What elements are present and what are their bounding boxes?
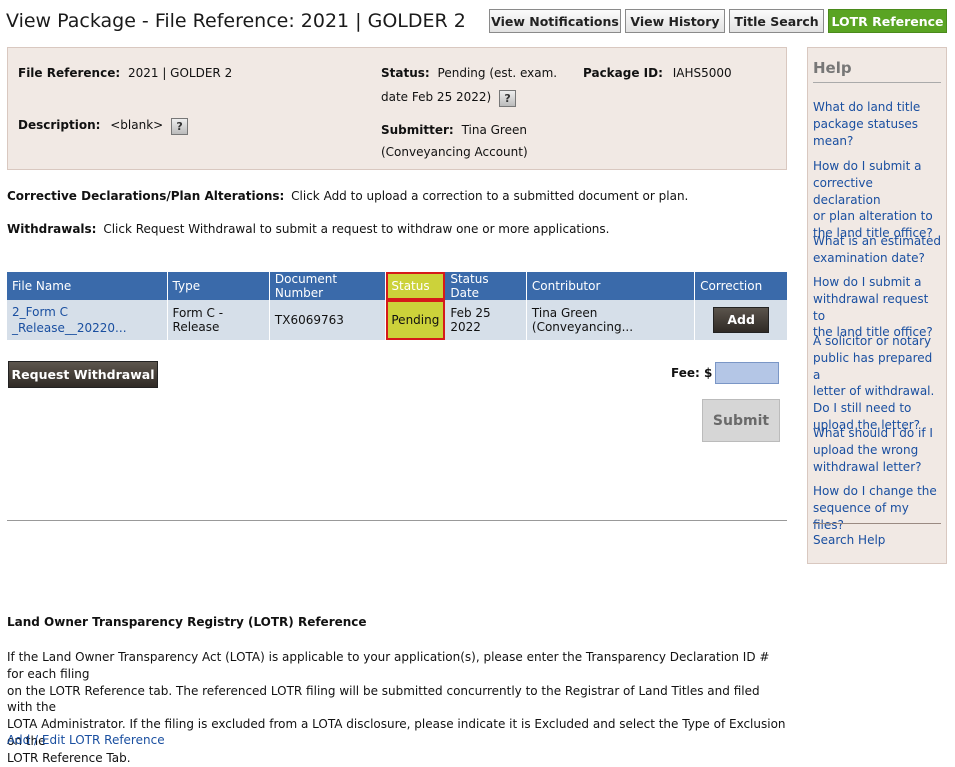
help-link-line[interactable]: mean? — [813, 133, 941, 150]
request-withdrawal-button[interactable]: Request Withdrawal — [8, 361, 158, 388]
file-reference-value: 2021 | GOLDER 2 — [127, 66, 233, 80]
cell-correction: Add — [694, 300, 787, 340]
description-value: <blank> — [110, 118, 164, 132]
description-help-icon[interactable]: ? — [171, 118, 189, 135]
help-link-estimated-exam-date[interactable]: What is an estimated examination date? — [813, 233, 941, 267]
corrective-text: Click Add to upload a correction to a su… — [291, 189, 689, 203]
status-value-line1: Pending (est. exam. — [437, 66, 558, 80]
help-link-line[interactable]: How do I submit a — [813, 158, 941, 175]
cell-type: Form C - Release — [167, 300, 270, 340]
lotr-text-line4: LOTR Reference Tab. — [7, 750, 131, 765]
submitter-value-line2: (Conveyancing Account) — [381, 145, 528, 159]
help-link-line[interactable]: withdrawal request to — [813, 291, 941, 325]
help-link-line[interactable]: What is an estimated — [813, 233, 941, 250]
corrective-instructions: Corrective Declarations/Plan Alterations… — [7, 189, 688, 203]
help-link-line[interactable]: examination date? — [813, 250, 941, 267]
help-link-line[interactable]: A solicitor or notary — [813, 333, 941, 350]
documents-table: File Name Type Document Number Status St… — [7, 272, 787, 340]
table-header-row: File Name Type Document Number Status St… — [7, 272, 787, 300]
cell-document-number: TX6069763 — [269, 300, 387, 340]
help-link-line[interactable]: package statuses — [813, 116, 941, 133]
package-status: Status: Pending (est. exam. date Feb 25 … — [381, 66, 581, 107]
corrective-label: Corrective Declarations/Plan Alterations… — [7, 189, 285, 203]
add-edit-lotr-link[interactable]: Add / Edit LOTR Reference — [7, 733, 165, 747]
help-link-withdrawal-request[interactable]: How do I submit a withdrawal request to … — [813, 274, 941, 341]
package-id-value: IAHS5000 — [672, 66, 732, 80]
cell-contributor: Tina Green (Conveyancing... — [526, 300, 696, 340]
tab-title-search[interactable]: Title Search — [729, 9, 824, 33]
lotr-text-line1: If the Land Owner Transparency Act (LOTA… — [7, 650, 770, 681]
col-document-number[interactable]: Document Number — [269, 272, 387, 300]
file-reference: File Reference: 2021 | GOLDER 2 — [18, 66, 232, 80]
help-link-line[interactable]: What do land title — [813, 99, 941, 116]
table-row: 2_Form C _Release__20220... Form C - Rel… — [7, 300, 787, 340]
package-id-label: Package ID: — [583, 66, 663, 80]
withdrawals-text: Click Request Withdrawal to submit a req… — [103, 222, 610, 236]
help-link-line[interactable]: How do I change the — [813, 483, 941, 500]
lotr-description: If the Land Owner Transparency Act (LOTA… — [7, 649, 787, 767]
package-info-panel: File Reference: 2021 | GOLDER 2 Status: … — [7, 47, 787, 170]
page-title: View Package - File Reference: 2021 | GO… — [6, 10, 466, 32]
help-divider — [813, 523, 941, 524]
help-link-letter-of-withdrawal[interactable]: A solicitor or notary public has prepare… — [813, 333, 941, 434]
col-status-date[interactable]: Status Date — [444, 272, 527, 300]
help-link-line[interactable]: or plan alteration to — [813, 208, 941, 225]
help-link-line[interactable]: What should I do if I — [813, 425, 941, 442]
search-help-link[interactable]: Search Help — [813, 532, 941, 549]
description-label: Description: — [18, 118, 101, 132]
fee-label: Fee: $ — [671, 366, 713, 380]
description: Description: <blank> ? — [18, 118, 189, 135]
submitter-label: Submitter: — [381, 123, 454, 137]
tab-view-notifications[interactable]: View Notifications — [489, 9, 621, 33]
cell-file-name[interactable]: 2_Form C _Release__20220... — [7, 300, 168, 340]
help-link-line[interactable]: upload the wrong — [813, 442, 941, 459]
help-link-wrong-letter[interactable]: What should I do if I upload the wrong w… — [813, 425, 941, 475]
cell-status-date: Feb 25 2022 — [444, 300, 527, 340]
submit-button[interactable]: Submit — [702, 399, 780, 442]
lotr-section-title: Land Owner Transparency Registry (LOTR) … — [7, 615, 367, 629]
lotr-text-line2: on the LOTR Reference tab. The reference… — [7, 683, 760, 715]
divider — [7, 520, 787, 521]
col-contributor[interactable]: Contributor — [526, 272, 696, 300]
help-link-line[interactable]: sequence of my files? — [813, 500, 941, 534]
file-name-line2[interactable]: _Release__20220... — [12, 320, 162, 336]
add-correction-button[interactable]: Add — [713, 307, 770, 333]
file-reference-label: File Reference: — [18, 66, 121, 80]
status-help-icon[interactable]: ? — [499, 90, 517, 107]
help-link-corrective-declaration[interactable]: How do I submit a corrective declaration… — [813, 158, 941, 242]
col-type[interactable]: Type — [167, 272, 270, 300]
help-link-package-statuses[interactable]: What do land title package statuses mean… — [813, 99, 941, 149]
help-title: Help — [813, 59, 852, 77]
withdrawal-instructions: Withdrawals: Click Request Withdrawal to… — [7, 222, 609, 236]
help-link-line[interactable]: Do I still need to — [813, 400, 941, 417]
help-link-line[interactable]: corrective declaration — [813, 175, 941, 209]
help-link-line[interactable]: How do I submit a — [813, 274, 941, 291]
help-link-line[interactable]: public has prepared a — [813, 350, 941, 384]
col-file-name[interactable]: File Name — [7, 272, 168, 300]
cell-status: Pending — [385, 300, 446, 340]
col-status[interactable]: Status — [385, 272, 446, 300]
help-link-file-sequence[interactable]: How do I change the sequence of my files… — [813, 483, 941, 533]
help-panel: Help What do land title package statuses… — [807, 47, 947, 564]
withdrawals-label: Withdrawals: — [7, 222, 97, 236]
submitter: Submitter: Tina Green (Conveyancing Acco… — [381, 123, 581, 159]
col-correction: Correction — [694, 272, 787, 300]
status-label: Status: — [381, 66, 430, 80]
help-link-line[interactable]: withdrawal letter? — [813, 459, 941, 476]
submitter-value-line1: Tina Green — [461, 123, 527, 137]
tab-view-history[interactable]: View History — [625, 9, 725, 33]
file-name-line1[interactable]: 2_Form C — [12, 304, 162, 320]
fee-input[interactable] — [715, 362, 779, 384]
help-title-divider — [813, 82, 941, 83]
status-value-line2: date Feb 25 2022) — [381, 90, 492, 104]
help-link-line[interactable]: letter of withdrawal. — [813, 383, 941, 400]
tab-lotr-reference[interactable]: LOTR Reference — [828, 9, 947, 33]
package-id: Package ID: IAHS5000 — [583, 66, 732, 80]
